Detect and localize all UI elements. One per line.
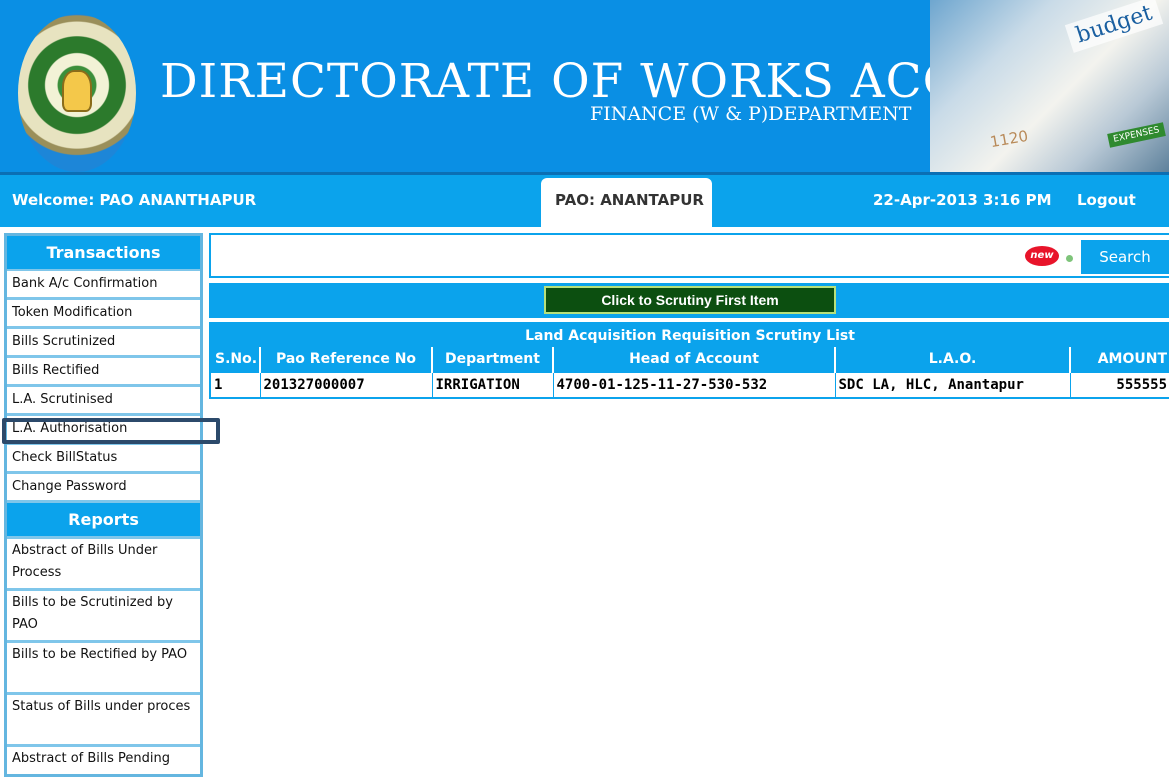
logout-link[interactable]: Logout xyxy=(1077,191,1136,209)
emblem-center-icon xyxy=(62,70,92,112)
column-header-lao: L.A.O. xyxy=(834,347,1070,372)
expenses-tag: EXPENSES xyxy=(1107,122,1166,148)
sidebar-item-token-modification[interactable]: Token Modification xyxy=(7,300,200,326)
column-header-department: Department xyxy=(431,347,553,372)
sidebar-report-bills-to-scrutinize[interactable]: Bills to be Scrutinized by PAO xyxy=(7,591,200,640)
welcome-text: Welcome: PAO ANANTHAPUR xyxy=(12,191,257,209)
bullet-icon xyxy=(1066,255,1073,262)
datetime-display: 22-Apr-2013 3:16 PM xyxy=(873,191,1052,209)
column-header-sno: S.No. xyxy=(210,347,260,372)
table-caption: Land Acquisition Requisition Scrutiny Li… xyxy=(210,323,1169,347)
sidebar-heading-transactions: Transactions xyxy=(7,236,200,269)
sidebar-item-la-scrutinised[interactable]: L.A. Scrutinised xyxy=(7,387,200,413)
cell-lao: SDC LA, HLC, Anantapur xyxy=(834,371,1071,399)
column-header-head-of-account: Head of Account xyxy=(552,347,835,372)
page-subtitle: FINANCE (W & P)DEPARTMENT xyxy=(590,103,912,125)
search-button[interactable]: Search xyxy=(1081,240,1169,274)
cell-amount: 555555 xyxy=(1069,371,1169,399)
column-header-pao-reference: Pao Reference No xyxy=(259,347,432,372)
column-header-amount: AMOUNT xyxy=(1069,347,1169,372)
scrutiny-action-bar: Click to Scrutiny First Item xyxy=(209,283,1169,318)
search-row: new Search xyxy=(209,233,1169,278)
cell-pao-reference: 201327000007 xyxy=(259,371,433,399)
sidebar-report-abstract-pending[interactable]: Abstract of Bills Pending xyxy=(7,747,200,774)
header-banner: DIRECTORATE OF WORKS ACCOUNTS FINANCE (W… xyxy=(0,0,1169,175)
scrutiny-first-item-button[interactable]: Click to Scrutiny First Item xyxy=(544,286,836,314)
selection-highlight-box xyxy=(2,418,220,444)
sidebar: Transactions Bank A/c Confirmation Token… xyxy=(4,233,203,777)
tab-pao[interactable]: PAO: ANANTAPUR xyxy=(541,178,712,227)
cell-sno: 1 xyxy=(209,371,261,399)
sidebar-heading-reports: Reports xyxy=(7,503,200,536)
sidebar-item-change-password[interactable]: Change Password xyxy=(7,474,200,500)
budget-graphic: budget 1120 EXPENSES xyxy=(930,0,1169,172)
scrutiny-list-table: Land Acquisition Requisition Scrutiny Li… xyxy=(209,322,1169,399)
cell-department: IRRIGATION xyxy=(431,371,554,399)
main-content: new Search Click to Scrutiny First Item … xyxy=(209,233,1169,407)
budget-graphic-number: 1120 xyxy=(988,126,1030,152)
new-badge-icon: new xyxy=(1025,246,1059,266)
cell-head-of-account: 4700-01-125-11-27-530-532 xyxy=(552,371,836,399)
sidebar-item-bills-rectified[interactable]: Bills Rectified xyxy=(7,358,200,384)
sidebar-report-status-bills[interactable]: Status of Bills under proces xyxy=(7,695,200,744)
state-emblem-logo xyxy=(18,14,136,172)
budget-graphic-word: budget xyxy=(1064,0,1164,53)
sidebar-report-bills-to-rectify[interactable]: Bills to be Rectified by PAO xyxy=(7,643,200,692)
sidebar-item-bank-confirmation[interactable]: Bank A/c Confirmation xyxy=(7,271,200,297)
sidebar-item-check-billstatus[interactable]: Check BillStatus xyxy=(7,445,200,471)
sidebar-report-abstract-under-process[interactable]: Abstract of Bills Under Process xyxy=(7,539,200,588)
table-row[interactable]: 1 201327000007 IRRIGATION 4700-01-125-11… xyxy=(209,371,1169,399)
tab-pao-label: PAO: ANANTAPUR xyxy=(555,191,704,209)
sidebar-item-bills-scrutinized[interactable]: Bills Scrutinized xyxy=(7,329,200,355)
